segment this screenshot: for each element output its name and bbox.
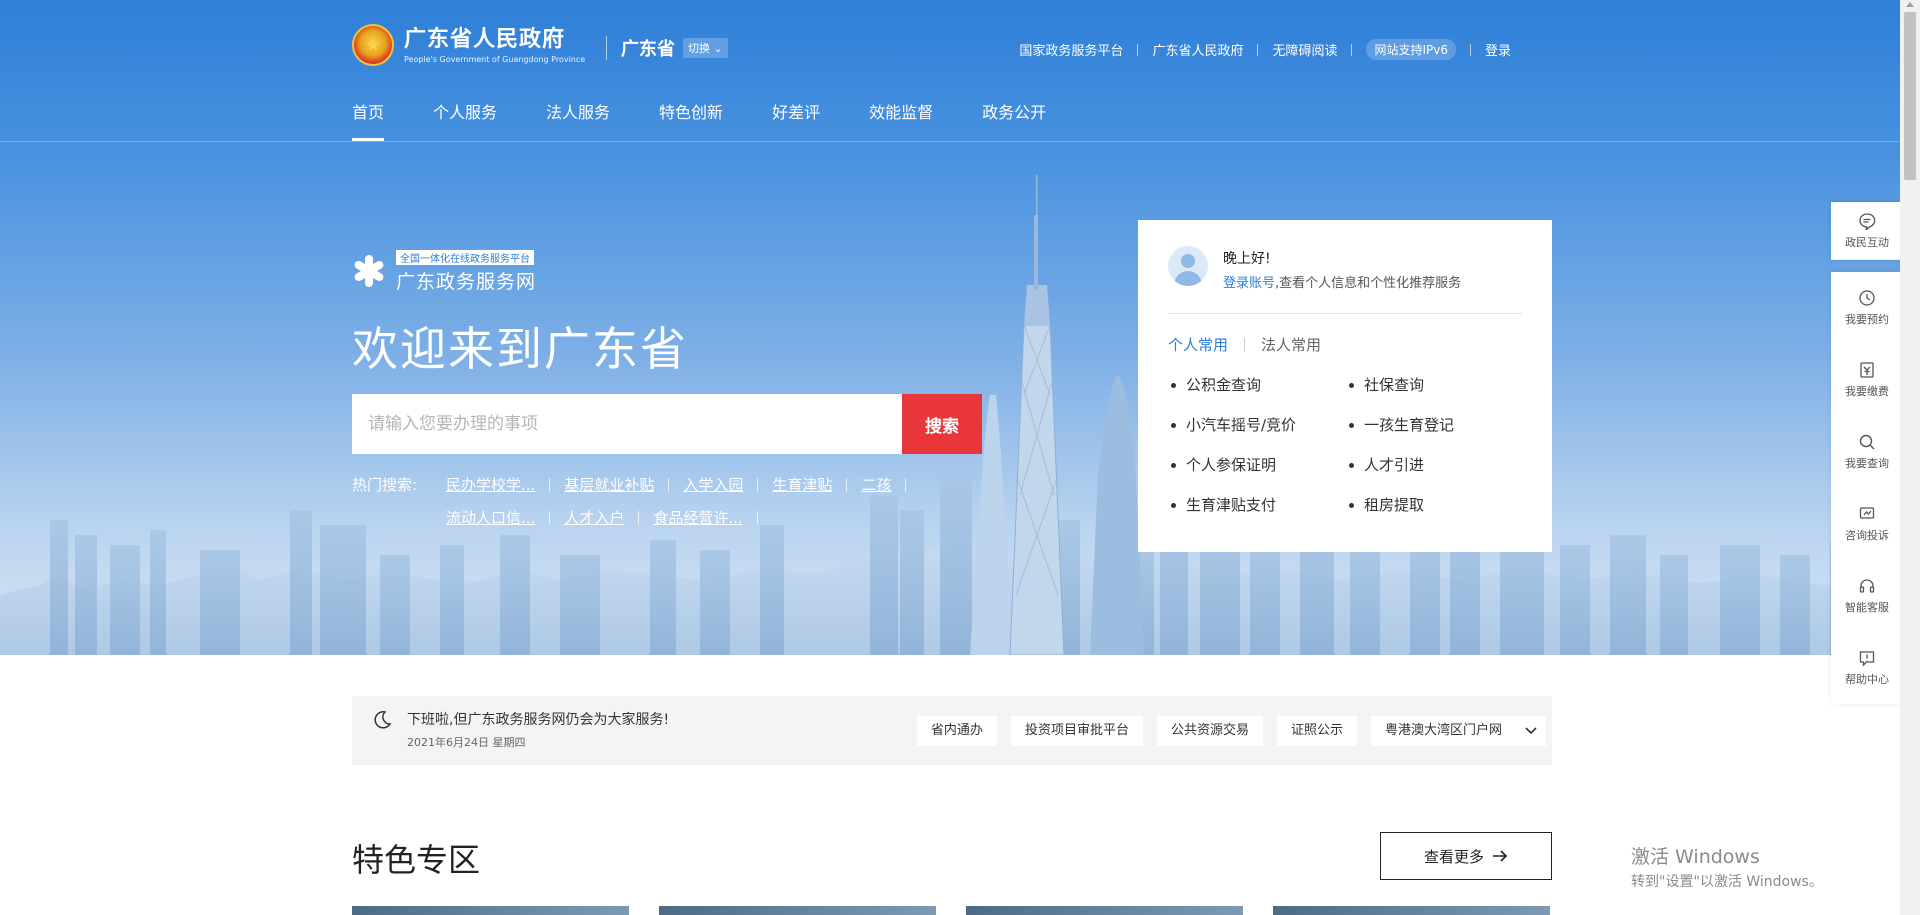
hot-search-item[interactable]: 生育津贴 — [772, 474, 861, 496]
nav-corporate-services[interactable]: 法人服务 — [546, 97, 610, 141]
region-selector: 广东省 切换 ⌄ — [606, 36, 728, 60]
gov-name: 广东省人民政府 — [404, 26, 566, 52]
service-item[interactable]: 一孩生育登记 — [1349, 415, 1527, 435]
welcome-title: 欢迎来到广东省 — [352, 322, 688, 376]
gov-logo[interactable]: 广东省人民政府 People's Government of Guangdong… — [352, 24, 585, 66]
notice-bar: 下班啦,但广东政务服务网仍会为大家服务! 2021年6月24日 星期四 省内通办… — [352, 696, 1552, 765]
quick-link[interactable]: 粤港澳大湾区门户网 — [1370, 716, 1516, 746]
nav-home[interactable]: 首页 — [352, 97, 385, 141]
quick-link[interactable]: 省内通办 — [916, 716, 997, 746]
search-input[interactable] — [352, 394, 902, 454]
main-nav: 首页 个人服务 法人服务 特色创新 好差评 效能监督 政务公开 — [352, 97, 1095, 141]
nav-gov-affairs[interactable]: 政务公开 — [982, 97, 1046, 141]
service-item[interactable]: 人才引进 — [1349, 455, 1527, 475]
avatar — [1168, 246, 1208, 286]
hot-search-item[interactable]: 人才入户 — [564, 507, 653, 529]
hot-search-label: 热门搜索: — [352, 476, 418, 494]
search-bar: 搜索 — [352, 394, 982, 454]
float-item-payment[interactable]: 我要缴费 — [1831, 344, 1903, 416]
complaint-icon — [1858, 505, 1876, 523]
region-switch-button[interactable]: 切换 ⌄ — [683, 38, 728, 58]
hot-search-item[interactable]: 食品经营许... — [653, 507, 771, 529]
service-item[interactable]: 个人参保证明 — [1171, 455, 1349, 475]
ipv6-badge: 网站支持IPv6 — [1366, 39, 1456, 60]
quick-links-expand-button[interactable] — [1516, 716, 1546, 746]
notice-title: 下班啦,但广东政务服务网仍会为大家服务! — [407, 712, 670, 728]
service-item[interactable]: 社保查询 — [1349, 375, 1527, 395]
search-button[interactable]: 搜索 — [902, 394, 982, 454]
gov-name-en: People's Government of Guangdong Provinc… — [404, 54, 586, 64]
quick-links: 省内通办 投资项目审批平台 公共资源交易 证照公示 粤港澳大湾区门户网 — [903, 716, 1516, 746]
service-brand: 全国一体化在线政务服务平台 广东政务服务网 — [352, 247, 536, 294]
view-more-button[interactable]: 查看更多 — [1380, 832, 1552, 880]
nav-personal-services[interactable]: 个人服务 — [433, 97, 497, 141]
common-services-list: 公积金查询 社保查询 小汽车摇号/竞价 一孩生育登记 个人参保证明 人才引进 生… — [1171, 375, 1531, 515]
search-icon — [1858, 433, 1876, 451]
floating-sidebar: 政民互动 我要预约 我要缴费 我要查询 咨询投诉 智能客服 帮助中心 — [1831, 202, 1903, 704]
scroll-up-arrow-icon[interactable] — [1906, 2, 1914, 7]
nav-rating[interactable]: 好差评 — [772, 97, 820, 141]
quick-link[interactable]: 证照公示 — [1276, 716, 1357, 746]
notice-date: 2021年6月24日 星期四 — [407, 736, 526, 749]
hot-search-item[interactable]: 民办学校学... — [446, 474, 564, 496]
card-tabs: 个人常用 法人常用 — [1168, 334, 1321, 355]
headset-icon — [1858, 577, 1876, 595]
page-scrollbar[interactable] — [1900, 0, 1920, 915]
moon-icon — [374, 711, 392, 729]
pinwheel-logo-icon — [352, 254, 386, 288]
quick-link[interactable]: 投资项目审批平台 — [1010, 716, 1143, 746]
quick-link[interactable]: 公共资源交易 — [1156, 716, 1263, 746]
national-emblem-icon — [352, 24, 394, 66]
greeting-text: 晚上好! — [1223, 251, 1271, 267]
float-item-appointment[interactable]: 我要预约 — [1831, 272, 1903, 344]
service-item[interactable]: 生育津贴支付 — [1171, 495, 1349, 515]
login-prompt: 登录账号,查看个人信息和个性化推荐服务 — [1223, 276, 1462, 291]
hot-search-item[interactable]: 二孩 — [861, 474, 920, 496]
yuan-icon — [1858, 361, 1876, 379]
nav-divider — [0, 141, 1900, 142]
help-icon — [1858, 649, 1876, 667]
top-links: 国家政务服务平台 广东省人民政府 无障碍阅读 网站支持IPv6 登录 — [1019, 39, 1511, 60]
hot-search-item[interactable]: 入学入园 — [683, 474, 772, 496]
feature-card-thumb[interactable] — [1273, 906, 1550, 915]
float-item-query[interactable]: 我要查询 — [1831, 416, 1903, 488]
float-item-chatbot[interactable]: 智能客服 — [1831, 560, 1903, 632]
service-item[interactable]: 小汽车摇号/竞价 — [1171, 415, 1349, 435]
chevron-down-icon — [1525, 727, 1537, 735]
tab-corporate-common[interactable]: 法人常用 — [1261, 334, 1321, 355]
brand-name: 广东政务服务网 — [396, 271, 537, 293]
hot-search-item[interactable]: 基层就业补贴 — [564, 474, 683, 496]
chat-icon — [1858, 212, 1876, 230]
float-item-help[interactable]: 帮助中心 — [1831, 632, 1903, 704]
clock-icon — [1858, 289, 1876, 307]
tab-personal-common[interactable]: 个人常用 — [1168, 334, 1228, 355]
region-name: 广东省 — [621, 39, 675, 60]
hot-search-item[interactable]: 流动人口信... — [446, 507, 564, 529]
chevron-down-icon: ⌄ — [713, 42, 723, 55]
feature-card-thumb[interactable] — [352, 906, 629, 915]
nav-innovation[interactable]: 特色创新 — [659, 97, 723, 141]
link-gd-government[interactable]: 广东省人民政府 — [1152, 40, 1243, 59]
feature-card-thumb[interactable] — [659, 906, 936, 915]
service-item[interactable]: 租房提取 — [1349, 495, 1527, 515]
windows-activation-watermark: 激活 Windows 转到"设置"以激活 Windows。 — [1631, 846, 1823, 890]
login-link[interactable]: 登录 — [1485, 40, 1511, 59]
login-account-link[interactable]: 登录账号 — [1223, 276, 1275, 291]
feature-card-thumb[interactable] — [966, 906, 1243, 915]
service-item[interactable]: 公积金查询 — [1171, 375, 1349, 395]
link-national-platform[interactable]: 国家政务服务平台 — [1019, 40, 1123, 59]
feature-thumbnails — [352, 906, 1580, 915]
brand-tag: 全国一体化在线政务服务平台 — [396, 250, 534, 265]
scroll-thumb[interactable] — [1904, 12, 1916, 180]
top-header: 广东省人民政府 People's Government of Guangdong… — [0, 0, 1900, 97]
section-title: 特色专区 — [352, 841, 481, 879]
arrow-right-icon — [1493, 850, 1508, 862]
user-card: 晚上好! 登录账号,查看个人信息和个性化推荐服务 个人常用 法人常用 公积金查询… — [1138, 220, 1552, 552]
float-item-interaction[interactable]: 政民互动 — [1831, 202, 1903, 260]
nav-supervision[interactable]: 效能监督 — [869, 97, 933, 141]
link-accessibility[interactable]: 无障碍阅读 — [1272, 40, 1337, 59]
float-item-complaint[interactable]: 咨询投诉 — [1831, 488, 1903, 560]
